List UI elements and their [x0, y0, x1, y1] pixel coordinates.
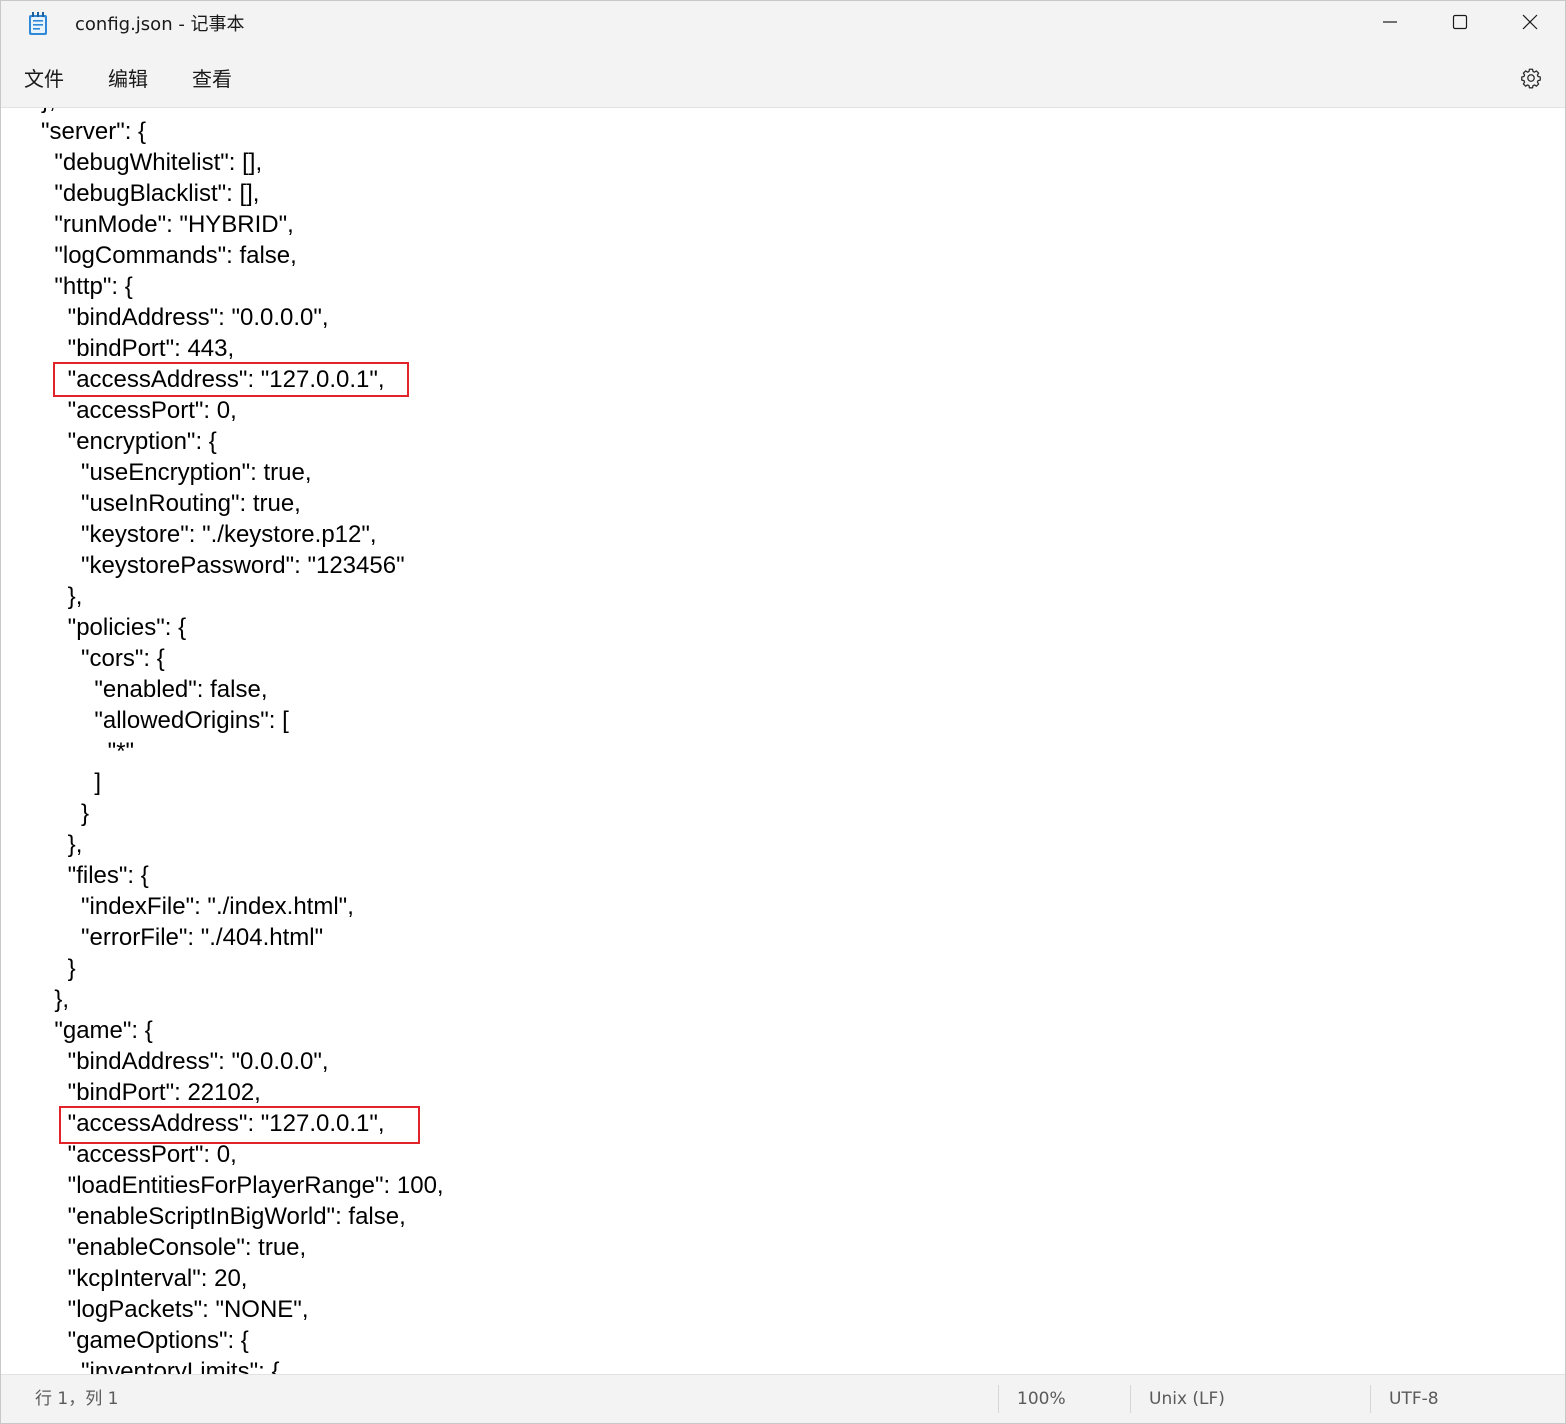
editor-line: "bindAddress": "0.0.0.0",	[41, 304, 329, 331]
text-editor[interactable]: }, "server": { "debugWhitelist": [], "deb…	[1, 108, 1565, 1374]
editor-line: "enabled": false,	[41, 676, 268, 703]
editor-line: },	[41, 108, 444, 116]
menu-bar: 文件 编辑 查看	[1, 51, 1565, 108]
editor-line: "keystore": "./keystore.p12",	[41, 521, 377, 548]
editor-line: "debugWhitelist": [],	[41, 149, 263, 176]
editor-line: "bindPort": 22102,	[41, 1079, 261, 1106]
editor-line: "enableConsole": true,	[41, 1234, 307, 1261]
editor-line: "gameOptions": {	[41, 1327, 249, 1354]
editor-line: },	[41, 986, 70, 1013]
editor-line: "runMode": "HYBRID",	[41, 211, 294, 238]
editor-line: "accessPort": 0,	[41, 397, 237, 424]
title-bar[interactable]: config.json - 记事本	[1, 1, 1565, 51]
editor-line: "encryption": {	[41, 428, 217, 455]
editor-line: }	[41, 800, 90, 827]
editor-line: "files": {	[41, 862, 149, 889]
editor-line: "accessAddress": "127.0.0.1",	[41, 366, 385, 393]
close-icon	[1522, 14, 1538, 34]
editor-line: "loadEntitiesForPlayerRange": 100,	[41, 1172, 444, 1199]
editor-line: "policies": {	[41, 614, 187, 641]
status-divider	[998, 1385, 999, 1413]
settings-button[interactable]	[1513, 65, 1549, 95]
status-divider	[1370, 1385, 1371, 1413]
editor-line: },	[41, 831, 83, 858]
gear-icon	[1520, 67, 1542, 93]
editor-line: "bindAddress": "0.0.0.0",	[41, 1048, 329, 1075]
minimize-icon	[1382, 14, 1398, 34]
editor-line: "cors": {	[41, 645, 165, 672]
status-bar: 行 1，列 1 100% Unix (LF) UTF-8	[1, 1374, 1565, 1423]
cursor-position: 行 1，列 1	[35, 1389, 119, 1409]
editor-line: "http": {	[41, 273, 133, 300]
menu-file[interactable]: 文件	[24, 65, 64, 93]
zoom-level: 100%	[1017, 1389, 1066, 1409]
editor-line: "server": {	[41, 118, 147, 145]
encoding: UTF-8	[1389, 1389, 1439, 1409]
editor-line: }	[41, 955, 76, 982]
editor-line: ]	[41, 769, 102, 796]
editor-line: "useEncryption": true,	[41, 459, 312, 486]
editor-line: "game": {	[41, 1017, 153, 1044]
editor-line: "*"	[41, 738, 135, 765]
maximize-icon	[1452, 14, 1468, 34]
editor-line: "keystorePassword": "123456"	[41, 552, 405, 579]
close-button[interactable]	[1495, 1, 1565, 47]
menu-view[interactable]: 查看	[192, 65, 232, 93]
minimize-button[interactable]	[1355, 1, 1425, 47]
editor-line: "logPackets": "NONE",	[41, 1296, 309, 1323]
notepad-window: config.json - 记事本 文件 编辑 查看 "server": {"…	[0, 0, 1566, 1424]
editor-content[interactable]: }, "server": { "debugWhitelist": [], "deb…	[41, 108, 444, 1374]
window-title: config.json - 记事本	[75, 14, 245, 35]
editor-line: "kcpInterval": 20,	[41, 1265, 248, 1292]
editor-line: "enableScriptInBigWorld": false,	[41, 1203, 406, 1230]
maximize-button[interactable]	[1425, 1, 1495, 47]
editor-line: "indexFile": "./index.html",	[41, 893, 354, 920]
editor-line: "debugBlacklist": [],	[41, 180, 260, 207]
status-divider	[1130, 1385, 1131, 1413]
editor-line: "errorFile": "./404.html"	[41, 924, 324, 951]
editor-line: "logCommands": false,	[41, 242, 297, 269]
menu-edit[interactable]: 编辑	[108, 65, 148, 93]
editor-line: },	[41, 583, 83, 610]
line-ending: Unix (LF)	[1149, 1389, 1225, 1409]
editor-line: "accessAddress": "127.0.0.1",	[41, 1110, 385, 1137]
editor-line: "inventoryLimits": {	[41, 1358, 280, 1374]
editor-line: "allowedOrigins": [	[41, 707, 289, 734]
editor-line: "accessPort": 0,	[41, 1141, 237, 1168]
notepad-icon	[28, 12, 48, 36]
editor-line: "useInRouting": true,	[41, 490, 301, 517]
editor-line: "bindPort": 443,	[41, 335, 235, 362]
